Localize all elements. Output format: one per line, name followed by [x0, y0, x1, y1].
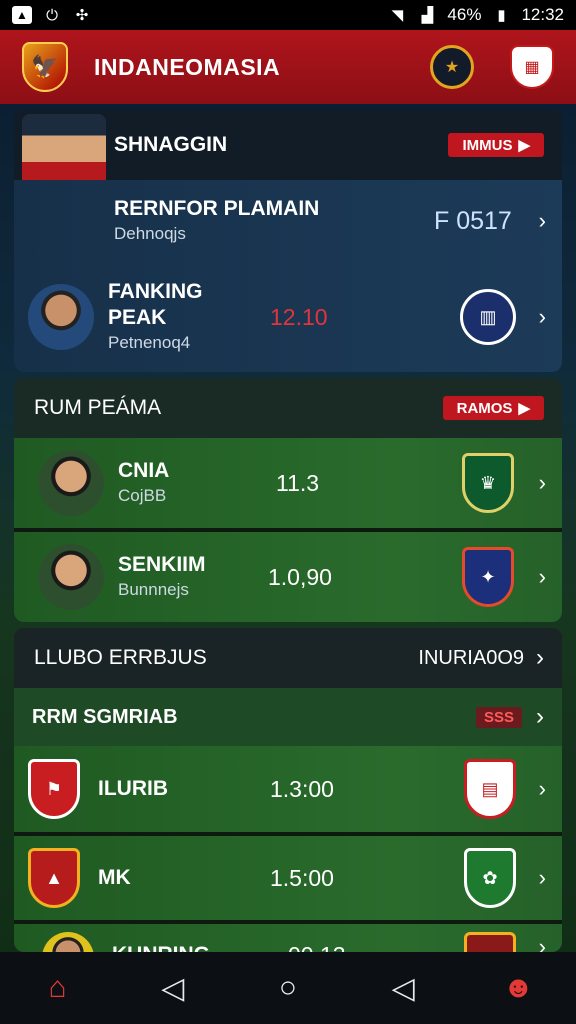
club-name: KUNRING [112, 942, 210, 952]
chevron-right-icon: › [536, 644, 544, 671]
player-value: 1.0,90 [268, 563, 332, 590]
section-clubs: LLUBO ERRBJUS INURIA0O9 › RRM SGMRIAB SSS… [14, 628, 562, 952]
club-name: MK [98, 866, 131, 889]
badge-label: IMMUS [462, 136, 513, 154]
back-icon[interactable]: ◁ [143, 958, 203, 1018]
section-title: LLUBO ERRBJUS [34, 646, 207, 669]
chevron-right-icon[interactable]: › [539, 776, 546, 802]
badge-label: RAMOS [456, 399, 513, 417]
section-clubs-header: LLUBO ERRBJUS INURIA0O9 › [14, 628, 562, 688]
player-avatar [42, 932, 94, 952]
see-all-link[interactable]: INURIA0O9 › [418, 644, 544, 672]
subsection-title: RRM SGMRIAB [32, 705, 178, 728]
arrow-right-icon: ▶ [518, 400, 530, 417]
section-ranking: RUM PEÁMA RAMOS ▶ CNIA CojBB 11.3 ♛ › SEN… [14, 378, 562, 622]
immus-badge-button[interactable]: IMMUS ▶ [448, 133, 544, 157]
chevron-right-icon[interactable]: › [539, 470, 546, 496]
player-subtitle: Petnenoq4 [108, 333, 191, 352]
app-title: INDANEOMASIA [94, 53, 281, 80]
player-subtitle: Bunnnejs [118, 580, 189, 599]
player-avatar [28, 284, 94, 350]
chevron-right-icon[interactable]: › [539, 865, 546, 891]
club-crest-icon: ▲ [28, 848, 80, 908]
back-triangle-icon[interactable]: ◁ [373, 958, 433, 1018]
player-value: 12.10 [270, 303, 328, 330]
chevron-right-icon[interactable]: › [539, 934, 546, 952]
chevron-right-icon[interactable]: › [539, 208, 546, 234]
list-item[interactable]: RERNFOR PLAMAIN Dehnoqjs F 0517 › [14, 180, 562, 262]
chevron-right-icon[interactable]: › [539, 564, 546, 590]
player-value: 11.3 [276, 469, 320, 496]
bottom-navigation: ⌂ ◁ ○ ◁ ☻ [0, 952, 576, 1024]
section-title: SHNAGGIN [114, 133, 228, 156]
notification-icon: ▲ [12, 6, 32, 24]
ramos-badge-button[interactable]: RAMOS ▶ [442, 396, 544, 420]
club-value: 1.5:00 [270, 864, 334, 891]
section-ranking-header: RUM PEÁMA RAMOS ▶ [14, 378, 562, 438]
fan-icon: ✣ [75, 7, 89, 24]
club-crest-icon: ⚑ [28, 759, 80, 819]
team-crest-icon: ♛ [462, 453, 514, 513]
section-title: RUM PEÁMA [34, 396, 162, 419]
list-item[interactable]: KUNRING 00.13 ▦ › [14, 924, 562, 952]
arrow-right-icon: ▶ [518, 137, 530, 154]
team-crest-icon: ✿ [464, 848, 516, 908]
player-name: RERNFOR PLAMAIN [114, 197, 320, 220]
badge-label: SSS [475, 706, 522, 728]
chevron-right-icon: › [536, 703, 544, 730]
home-icon[interactable]: ⌂ [28, 958, 88, 1018]
player-value: F 0517 [434, 206, 512, 235]
player-avatar [38, 544, 104, 610]
team-crest-icon: ✦ [462, 547, 514, 607]
team-crest-icon: ▦ [464, 932, 516, 952]
battery-text: 46% [447, 5, 482, 24]
list-item[interactable]: CNIA CojBB 11.3 ♛ › [14, 438, 562, 528]
app-header: 🦅 INDANEOMASIA ★ ▦ [0, 30, 576, 104]
club-value: 00.13 [288, 942, 346, 952]
gold-crest-icon[interactable]: ★ [430, 45, 474, 89]
app-logo-icon[interactable]: 🦅 [22, 42, 68, 92]
team-crest-icon: ▥ [460, 289, 516, 345]
list-item[interactable]: ▲ MK 1.5:00 ✿ › [14, 836, 562, 920]
list-item[interactable]: ⚑ ILURIB 1.3:00 ▤ › [14, 746, 562, 832]
list-item[interactable]: SENKIIM Bunnnejs 1.0,90 ✦ › [14, 532, 562, 622]
red-crest-icon[interactable]: ▦ [510, 45, 554, 89]
status-bar: ▲ ⏻ ✣ ◥ ▟ 46% ▮ 12:32 [0, 0, 576, 30]
club-value: 1.3:00 [270, 775, 334, 802]
profile-icon[interactable]: ☻ [488, 958, 548, 1018]
home-circle-icon[interactable]: ○ [258, 958, 318, 1018]
wifi-icon: ◥ [391, 7, 404, 24]
chevron-right-icon[interactable]: › [539, 304, 546, 330]
player-name: SENKIIM [118, 553, 206, 576]
section-featured: SHNAGGIN IMMUS ▶ RERNFOR PLAMAIN Dehnoqjs… [14, 110, 562, 372]
player-subtitle: CojBB [118, 486, 167, 505]
link-label: INURIA0O9 [418, 646, 524, 669]
player-avatar [38, 450, 104, 516]
club-name: ILURIB [98, 777, 168, 800]
clock: 12:32 [521, 5, 564, 24]
battery-icon: ▮ [497, 7, 506, 24]
power-icon: ⏻ [46, 6, 58, 24]
player-subtitle: Dehnoqjs [114, 224, 186, 243]
signal-icon: ▟ [421, 7, 434, 24]
subsection-header: RRM SGMRIAB SSS › [14, 688, 562, 746]
sss-badge-button[interactable]: SSS › [475, 703, 544, 731]
player-name: FANKING PEAK [108, 280, 203, 329]
team-crest-icon: ▤ [464, 759, 516, 819]
player-name: CNIA [118, 459, 170, 482]
list-item[interactable]: FANKING PEAK Petnenoq4 12.10 ▥ › [14, 262, 562, 372]
